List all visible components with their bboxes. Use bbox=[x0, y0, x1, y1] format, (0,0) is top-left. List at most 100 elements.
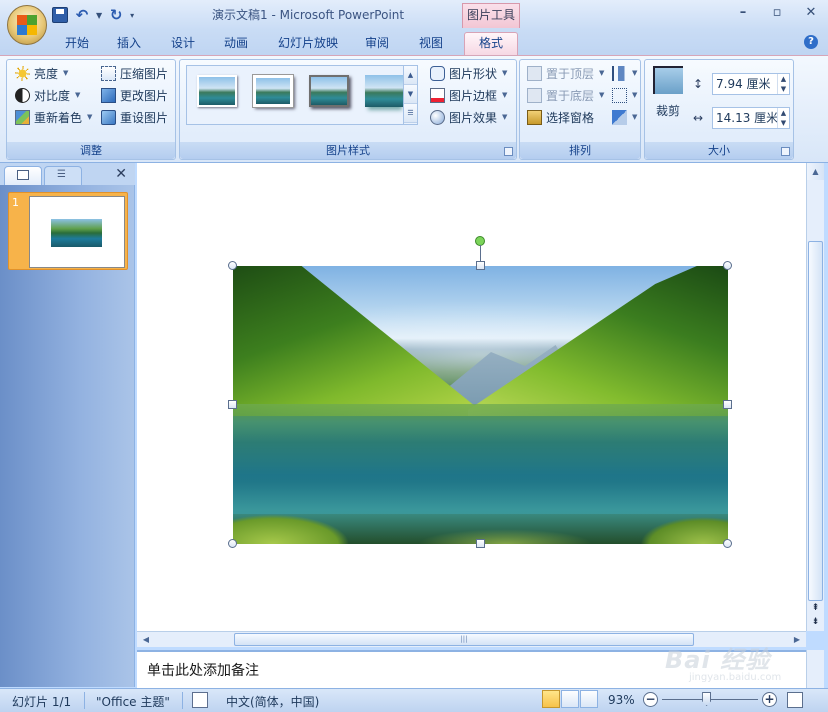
scroll-up-icon[interactable]: ▲ bbox=[807, 163, 824, 180]
arrange-group: 置于顶层 ▼ 置于底层 ▼ 选择窗格 ▼ ▼ ▼ 排列 bbox=[519, 59, 641, 160]
dropdown-arrow-icon: ▼ bbox=[502, 91, 508, 99]
crop-button[interactable]: 裁剪 bbox=[645, 60, 691, 138]
save-icon[interactable] bbox=[52, 7, 68, 23]
minimize-icon[interactable]: – bbox=[726, 2, 760, 24]
close-panel-icon[interactable]: ✕ bbox=[115, 166, 127, 182]
resize-handle-bottom[interactable] bbox=[476, 539, 485, 548]
align-button[interactable]: ▼ bbox=[612, 63, 637, 83]
slide-show-view-icon[interactable] bbox=[580, 690, 598, 708]
align-icon bbox=[612, 65, 627, 81]
picture-border-button[interactable]: 图片边框 ▼ bbox=[430, 85, 507, 105]
divider bbox=[182, 692, 183, 709]
rotate-icon bbox=[612, 109, 627, 125]
gallery-up-icon[interactable]: ▲ bbox=[404, 66, 417, 85]
maximize-icon[interactable]: ▫ bbox=[760, 2, 794, 24]
ribbon-tabs: 开始 插入 设计 动画 幻灯片放映 审阅 视图 格式 ? bbox=[0, 30, 828, 55]
selection-pane-label: 选择窗格 bbox=[546, 110, 595, 125]
slides-icon bbox=[17, 170, 29, 180]
horizontal-scrollbar[interactable]: ◀ ||| ▶ bbox=[137, 631, 806, 647]
notes-pane[interactable]: 单击此处添加备注 bbox=[137, 650, 806, 688]
resize-handle-right[interactable] bbox=[723, 400, 732, 409]
style-thumbnail[interactable] bbox=[309, 75, 349, 107]
dialog-launcher-icon[interactable] bbox=[781, 147, 790, 156]
customize-qat-icon[interactable]: ▾ bbox=[130, 11, 134, 20]
tab-home[interactable]: 开始 bbox=[56, 35, 98, 55]
slide-preview bbox=[29, 196, 125, 268]
height-spinner[interactable]: ▲ ▼ bbox=[777, 74, 789, 94]
tab-slides[interactable] bbox=[4, 166, 42, 185]
dropdown-arrow-icon: ▼ bbox=[63, 69, 69, 77]
slide-counter: 幻灯片 1/1 bbox=[12, 695, 72, 709]
tab-outline[interactable]: ☰ bbox=[44, 166, 82, 185]
previous-slide-icon[interactable]: ⇞ bbox=[807, 601, 824, 615]
zoom-out-icon[interactable]: − bbox=[643, 692, 658, 707]
resize-handle-left[interactable] bbox=[228, 400, 237, 409]
reset-picture-button[interactable]: 重设图片 bbox=[101, 107, 168, 127]
gallery-down-icon[interactable]: ▼ bbox=[404, 85, 417, 104]
resize-handle-top-right[interactable] bbox=[723, 261, 732, 270]
compress-pictures-button[interactable]: 压缩图片 bbox=[101, 63, 168, 83]
style-thumbnail[interactable] bbox=[197, 75, 237, 107]
tab-insert[interactable]: 插入 bbox=[108, 35, 150, 55]
help-icon[interactable]: ? bbox=[804, 35, 818, 49]
language-indicator[interactable]: 中文(简体，中国) bbox=[226, 693, 319, 710]
picture-tools-group-label: 图片工具 bbox=[462, 3, 520, 28]
change-picture-button[interactable]: 更改图片 bbox=[101, 85, 168, 105]
spelling-check-icon[interactable] bbox=[192, 692, 208, 708]
normal-view-icon[interactable] bbox=[542, 690, 560, 708]
resize-handle-top[interactable] bbox=[476, 261, 485, 270]
gallery-more-icon[interactable]: ☰ bbox=[404, 104, 417, 123]
slide-thumbnail[interactable]: 1 bbox=[8, 192, 128, 270]
resize-handle-top-left[interactable] bbox=[228, 261, 237, 270]
scroll-right-icon[interactable]: ▶ bbox=[790, 632, 804, 647]
tab-review[interactable]: 审阅 bbox=[356, 35, 398, 55]
redo-icon[interactable]: ↻ bbox=[108, 7, 124, 23]
width-spinner[interactable]: ▲ ▼ bbox=[777, 108, 789, 128]
horizontal-scroll-thumb[interactable]: ||| bbox=[234, 633, 694, 646]
fit-to-window-icon[interactable] bbox=[787, 692, 803, 708]
vertical-scroll-thumb[interactable] bbox=[808, 241, 823, 601]
zoom-in-icon[interactable]: + bbox=[762, 692, 777, 707]
resize-handle-bottom-left[interactable] bbox=[228, 539, 237, 548]
bring-to-front-button[interactable]: 置于顶层 ▼ bbox=[527, 63, 604, 83]
picture-effects-button[interactable]: 图片效果 ▼ bbox=[430, 107, 507, 127]
office-button[interactable] bbox=[7, 5, 47, 45]
slide-sorter-view-icon[interactable] bbox=[561, 690, 579, 708]
close-icon[interactable]: ✕ bbox=[794, 2, 828, 24]
rotate-button[interactable]: ▼ bbox=[612, 107, 637, 127]
tab-slide-show[interactable]: 幻灯片放映 bbox=[270, 35, 346, 55]
zoom-slider-thumb[interactable] bbox=[702, 692, 712, 706]
zoom-level[interactable]: 93% bbox=[608, 693, 635, 707]
tab-format[interactable]: 格式 bbox=[464, 32, 518, 55]
tab-design[interactable]: 设计 bbox=[162, 35, 204, 55]
slide-picture[interactable] bbox=[233, 266, 728, 544]
recolor-button[interactable]: 重新着色 ▼ bbox=[15, 107, 92, 127]
group-button[interactable]: ▼ bbox=[612, 85, 637, 105]
height-input[interactable]: 7.94 厘米 ▲ ▼ bbox=[712, 73, 790, 95]
next-slide-icon[interactable]: ⇟ bbox=[807, 615, 824, 629]
tab-animations[interactable]: 动画 bbox=[215, 35, 257, 55]
width-input[interactable]: 14.13 厘米 ▲ ▼ bbox=[712, 107, 790, 129]
send-to-back-button[interactable]: 置于底层 ▼ bbox=[527, 85, 604, 105]
style-thumbnail[interactable] bbox=[365, 75, 405, 107]
picture-right-mountain bbox=[468, 266, 728, 416]
vertical-scrollbar[interactable]: ▲ ⇞ ⇟ bbox=[806, 163, 824, 631]
notes-scrollbar[interactable] bbox=[806, 650, 824, 688]
undo-icon[interactable]: ↶ bbox=[74, 7, 90, 23]
size-group: 裁剪 ↕ 7.94 厘米 ▲ ▼ ↔ 14.13 厘米 ▲ ▼ 大小 bbox=[644, 59, 794, 160]
style-thumbnail[interactable] bbox=[253, 75, 293, 107]
undo-dropdown-icon[interactable]: ▼ bbox=[96, 11, 102, 20]
picture-effects-icon bbox=[430, 109, 445, 125]
tab-view[interactable]: 视图 bbox=[410, 35, 452, 55]
slide-editing-area[interactable] bbox=[137, 163, 806, 631]
office-logo-icon bbox=[17, 15, 37, 35]
resize-handle-bottom-right[interactable] bbox=[723, 539, 732, 548]
picture-shape-button[interactable]: 图片形状 ▼ bbox=[430, 63, 507, 83]
scroll-left-icon[interactable]: ◀ bbox=[139, 632, 153, 647]
contrast-button[interactable]: 对比度 ▼ bbox=[15, 85, 80, 105]
brightness-icon bbox=[15, 65, 30, 81]
brightness-button[interactable]: 亮度 ▼ bbox=[15, 63, 68, 83]
selection-pane-button[interactable]: 选择窗格 bbox=[527, 107, 594, 127]
dialog-launcher-icon[interactable] bbox=[504, 147, 513, 156]
send-to-back-label: 置于底层 bbox=[546, 88, 595, 103]
